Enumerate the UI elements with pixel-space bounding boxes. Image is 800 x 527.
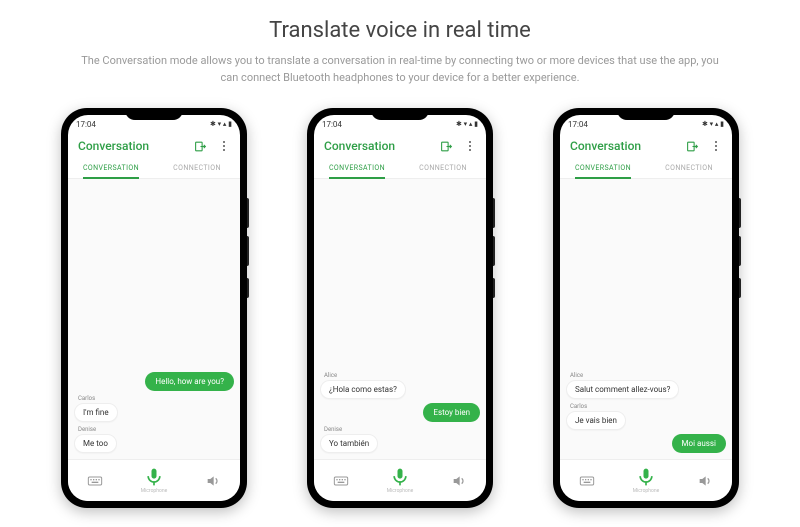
page-subtitle: The Conversation mode allows you to tran…	[80, 53, 720, 86]
status-time: 17:04	[322, 120, 342, 129]
screen-title: Conversation	[78, 139, 149, 153]
bubble-in: Me too	[74, 434, 117, 453]
chat-area: Alice ¿Hola como estas? Estoy bien Denis…	[314, 179, 486, 459]
bubble-out: Estoy bien	[423, 403, 480, 422]
bubble-in: Salut comment allez-vous?	[566, 380, 679, 399]
message-in: Alice Salut comment allez-vous?	[566, 372, 726, 399]
tab-connection[interactable]: CONNECTION	[646, 157, 732, 178]
status-time: 17:04	[76, 120, 96, 129]
keyboard-icon[interactable]	[87, 473, 103, 489]
exit-icon[interactable]	[440, 140, 453, 153]
sender-name: Carlos	[78, 395, 95, 402]
chat-area: Alice Salut comment allez-vous? Carlos J…	[560, 179, 732, 459]
exit-icon[interactable]	[686, 140, 699, 153]
bubble-in: ¿Hola como estas?	[320, 380, 406, 399]
sender-name: Denise	[324, 426, 342, 433]
exit-icon[interactable]	[194, 140, 207, 153]
screen-title: Conversation	[324, 139, 395, 153]
status-bar: 17:04 ✱ ▾ ▴ ▮	[560, 115, 732, 131]
message-in: Carlos Je vais bien	[566, 403, 726, 430]
bubble-in: Yo también	[320, 434, 378, 453]
status-bar: 17:04 ✱ ▾ ▴ ▮	[314, 115, 486, 131]
mic-label: Microphone	[141, 488, 168, 494]
message-in: Denise Yo también	[320, 426, 480, 453]
page-title: Translate voice in real time	[40, 18, 760, 43]
phone-mockup: 17:04 ✱ ▾ ▴ ▮ Conversation CONVERSATION …	[307, 108, 493, 508]
message-out: Moi aussi	[566, 434, 726, 453]
status-icons: ✱ ▾ ▴ ▮	[210, 120, 232, 128]
message-out: Estoy bien	[320, 403, 480, 422]
keyboard-icon[interactable]	[579, 473, 595, 489]
phone-row: 17:04 ✱ ▾ ▴ ▮ Conversation CONVERSATION …	[0, 108, 800, 508]
microphone-icon[interactable]	[636, 467, 656, 487]
message-in: Denise Me too	[74, 426, 234, 453]
phone-mockup: 17:04 ✱ ▾ ▴ ▮ Conversation CONVERSATION …	[61, 108, 247, 508]
mic-label: Microphone	[387, 488, 414, 494]
message-in: Carlos I'm fine	[74, 395, 234, 422]
status-time: 17:04	[568, 120, 588, 129]
speaker-icon[interactable]	[697, 473, 713, 489]
tab-connection[interactable]: CONNECTION	[400, 157, 486, 178]
chat-area: Hello, how are you? Carlos I'm fine Deni…	[68, 179, 240, 459]
keyboard-icon[interactable]	[333, 473, 349, 489]
more-icon[interactable]	[463, 140, 476, 153]
tab-conversation[interactable]: CONVERSATION	[68, 157, 154, 178]
screen-title: Conversation	[570, 139, 641, 153]
sender-name: Alice	[570, 372, 583, 379]
sender-name: Denise	[78, 426, 96, 433]
bubble-out: Hello, how are you?	[145, 372, 234, 391]
microphone-icon[interactable]	[390, 467, 410, 487]
sender-name: Alice	[324, 372, 337, 379]
tab-conversation[interactable]: CONVERSATION	[560, 157, 646, 178]
tab-conversation[interactable]: CONVERSATION	[314, 157, 400, 178]
status-icons: ✱ ▾ ▴ ▮	[702, 120, 724, 128]
status-icons: ✱ ▾ ▴ ▮	[456, 120, 478, 128]
more-icon[interactable]	[217, 140, 230, 153]
status-bar: 17:04 ✱ ▾ ▴ ▮	[68, 115, 240, 131]
sender-name: Carlos	[570, 403, 587, 410]
bubble-in: I'm fine	[74, 403, 118, 422]
message-in: Alice ¿Hola como estas?	[320, 372, 480, 399]
speaker-icon[interactable]	[205, 473, 221, 489]
phone-mockup: 17:04 ✱ ▾ ▴ ▮ Conversation CONVERSATION …	[553, 108, 739, 508]
mic-label: Microphone	[633, 488, 660, 494]
bubble-in: Je vais bien	[566, 411, 626, 430]
microphone-icon[interactable]	[144, 467, 164, 487]
message-out: Hello, how are you?	[74, 372, 234, 391]
tab-connection[interactable]: CONNECTION	[154, 157, 240, 178]
more-icon[interactable]	[709, 140, 722, 153]
bubble-out: Moi aussi	[672, 434, 726, 453]
speaker-icon[interactable]	[451, 473, 467, 489]
